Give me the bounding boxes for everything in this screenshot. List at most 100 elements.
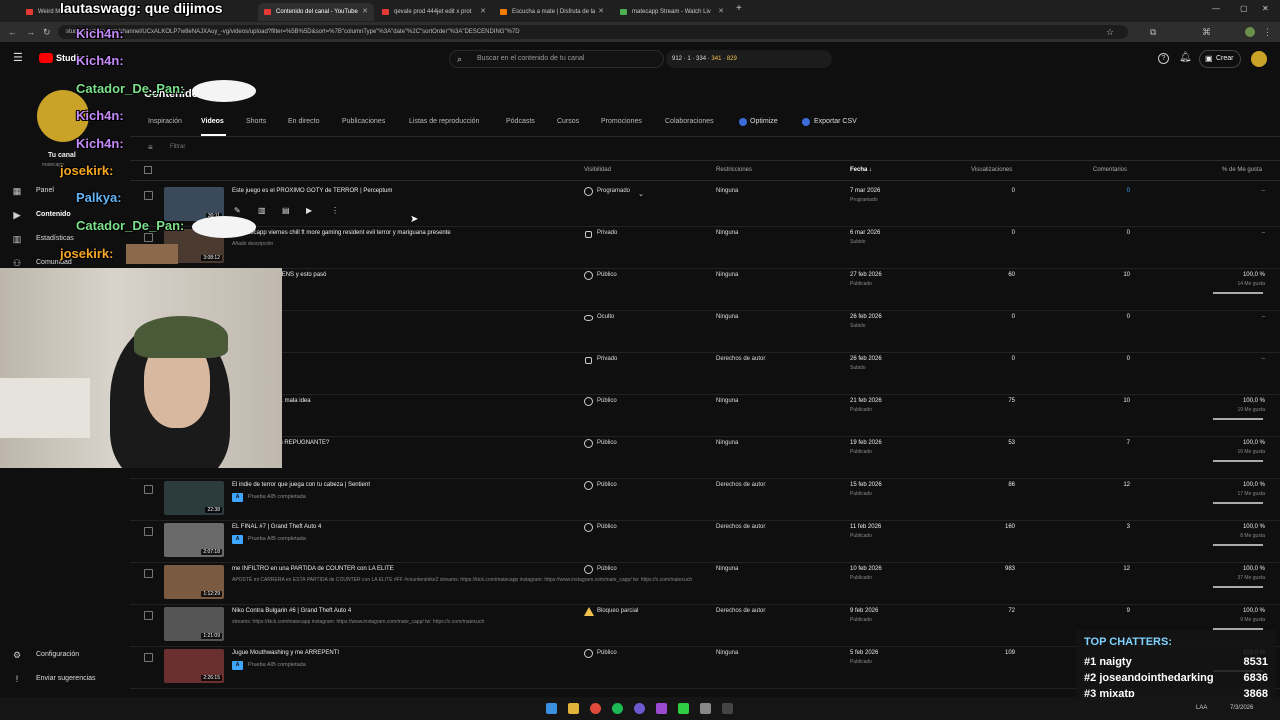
tab-live[interactable]: En directo	[288, 118, 320, 125]
video-thumbnail[interactable]: 1:21:09	[164, 607, 224, 641]
help-icon[interactable]: ?	[1158, 53, 1169, 64]
sidebar-item-analytics[interactable]: ▥ Estadísticas	[12, 232, 74, 246]
visibility-status[interactable]: Programado	[584, 187, 630, 196]
app-icon[interactable]	[700, 703, 711, 714]
chrome-icon[interactable]	[590, 703, 601, 714]
table-row[interactable]: 3:08:12 27 matecapp viernes chill ft more…	[130, 228, 1280, 270]
forward-icon[interactable]: →	[26, 26, 35, 38]
row-checkbox[interactable]	[144, 569, 153, 578]
browser-tab-active[interactable]: Contenido del canal - YouTube ✕	[258, 3, 374, 21]
search-input[interactable]: Buscar en el contenido de tu canal	[449, 50, 664, 68]
profile-avatar-icon[interactable]	[1245, 27, 1255, 37]
channel-avatar[interactable]	[1251, 51, 1267, 67]
video-thumbnail[interactable]: 1:12:29	[164, 565, 224, 599]
discord-icon[interactable]	[634, 703, 645, 714]
visibility-status[interactable]: Público	[584, 397, 617, 406]
video-title[interactable]: El indie de terror que juega con tu cabe…	[232, 482, 370, 488]
table-row[interactable]: 22:38 El indie de terror que juega con tu…	[130, 480, 1280, 522]
table-row[interactable]: secretos sobre ALIENS y esto pasóen curs…	[130, 270, 1280, 312]
visibility-status[interactable]: Privado	[584, 356, 617, 364]
video-thumbnail[interactable]: 22:38	[164, 481, 224, 515]
tab-collaborations[interactable]: Colaboraciones	[665, 118, 714, 125]
kick-icon[interactable]	[678, 703, 689, 714]
sidebar-item-content[interactable]: ▶ Contenido	[12, 208, 71, 222]
export-csv-button[interactable]: Exportar CSV	[814, 118, 857, 125]
visibility-status[interactable]: Público	[584, 565, 617, 574]
row-checkbox[interactable]	[144, 191, 153, 200]
spotify-icon[interactable]	[612, 703, 623, 714]
edit-icon[interactable]: ✎	[234, 206, 241, 215]
hamburger-menu-icon[interactable]: ☰	[13, 53, 23, 64]
file-explorer-icon[interactable]	[568, 703, 579, 714]
new-tab-button[interactable]: +	[736, 3, 742, 14]
close-tab-icon[interactable]: ✕	[480, 3, 486, 21]
notification-bell-icon[interactable]: 🔔︎	[1179, 52, 1192, 63]
video-title[interactable]: me INFILTRO en una PARTIDA de COUNTER co…	[232, 566, 394, 572]
minimize-icon[interactable]: —	[1212, 4, 1220, 13]
analytics-icon[interactable]: ▥	[258, 206, 266, 215]
chevron-down-icon[interactable]: ⌄	[638, 190, 644, 198]
table-row[interactable]: Privado Derechos de autor 26 feb 2026 Subid…	[130, 354, 1280, 396]
row-checkbox[interactable]	[144, 527, 153, 536]
row-checkbox[interactable]	[144, 653, 153, 662]
sidebar-item-settings[interactable]: ⚙ Configuración	[12, 648, 79, 662]
tab-inspiration[interactable]: Inspiración	[148, 118, 182, 125]
extension-icon[interactable]: ⧉	[1150, 26, 1156, 38]
close-tab-icon[interactable]: ✕	[362, 3, 368, 21]
back-icon[interactable]: ←	[8, 26, 17, 38]
table-row[interactable]: 1:12:29 me INFILTRO en una PARTIDA de COU…	[130, 564, 1280, 606]
tab-playlists[interactable]: Listas de reproducción	[409, 118, 479, 125]
visibility-status[interactable]: Público	[584, 439, 617, 448]
video-thumbnail[interactable]: 2:07:18	[164, 523, 224, 557]
tab-shorts[interactable]: Shorts	[246, 118, 266, 125]
filter-input[interactable]: Filtrar	[170, 144, 185, 150]
select-all-checkbox[interactable]	[144, 166, 152, 174]
close-window-icon[interactable]: ✕	[1262, 4, 1269, 13]
extension-icon[interactable]: ⌘	[1202, 26, 1211, 38]
row-checkbox[interactable]	[144, 611, 153, 620]
video-title[interactable]: EL FINAL #7 | Grand Theft Auto 4	[232, 524, 321, 530]
table-row[interactable]: 2:07:18 EL FINAL #7 | Grand Theft Auto 4 A…	[130, 522, 1280, 564]
url-field[interactable]: studio.youtube.com/channel/UCxALKOLP7w8e…	[58, 25, 1128, 39]
video-title[interactable]: Este juego es el PROXIMO GOTY de TERROR …	[232, 188, 392, 194]
tab-videos[interactable]: Videos	[201, 118, 224, 125]
tab-posts[interactable]: Publicaciones	[342, 118, 385, 125]
browser-tab[interactable]: matecapp Stream - Watch Liv ✕	[614, 3, 730, 21]
visibility-status[interactable]: Privado	[584, 230, 617, 238]
tab-promotions[interactable]: Promociones	[601, 118, 642, 125]
visibility-status[interactable]: Oculto	[584, 314, 614, 321]
close-tab-icon[interactable]: ✕	[718, 3, 724, 21]
tab-optimize[interactable]: Optimize	[750, 118, 778, 125]
video-title[interactable]: 27 matecapp viernes chill ft more gaming…	[232, 230, 451, 236]
visibility-status[interactable]: Público	[584, 649, 617, 658]
app-icon[interactable]	[656, 703, 667, 714]
comments-icon[interactable]: ▤	[282, 206, 290, 215]
browser-tab[interactable]: qevale prod 444jet edit x prot ✕	[376, 3, 492, 21]
filter-icon[interactable]: ≡	[148, 143, 153, 152]
channel-stats-pill[interactable]: 912 · 1 · 334 · 341 · 829	[666, 50, 832, 68]
video-title[interactable]: Niko Contra Bulgarin #6 | Grand Theft Au…	[232, 608, 351, 614]
table-row[interactable]: Oculto Ninguna 26 feb 2026 Subido 0 0 –	[130, 312, 1280, 354]
youtube-view-icon[interactable]: ▶	[306, 206, 312, 215]
browser-tab[interactable]: Escucha a mate | Disfruta de la ✕	[494, 3, 610, 21]
close-tab-icon[interactable]: ✕	[598, 3, 604, 21]
browser-menu-icon[interactable]: ⋮	[1263, 26, 1272, 38]
visibility-status[interactable]: Público	[584, 523, 617, 532]
visibility-status[interactable]: Público	[584, 481, 617, 490]
create-button[interactable]: ▣ Crear	[1199, 50, 1241, 68]
bookmark-star-icon[interactable]: ☆	[1106, 26, 1114, 38]
maximize-icon[interactable]: ▢	[1240, 4, 1248, 13]
tab-courses[interactable]: Cursos	[557, 118, 579, 125]
youtube-logo-icon[interactable]	[39, 53, 53, 63]
column-header-date[interactable]: Fecha ↓	[850, 167, 872, 173]
sidebar-item-panel[interactable]: ▦ Panel	[12, 184, 54, 198]
video-title[interactable]: Jugue Mouthwashing y me ARREPENTI	[232, 650, 339, 656]
visibility-status[interactable]: Bloqueo parcial	[584, 607, 638, 616]
table-row[interactable]: juego de horror tan REPUGNANTE?completad…	[130, 438, 1280, 480]
windows-start-icon[interactable]	[546, 703, 557, 714]
video-thumbnail[interactable]: 2:26:15	[164, 649, 224, 683]
table-row[interactable]: empezar TLOU 2... mala ideaen cursoPúbli…	[130, 396, 1280, 438]
visibility-status[interactable]: Público	[584, 271, 617, 280]
row-checkbox[interactable]	[144, 233, 153, 242]
reload-icon[interactable]: ↻	[43, 26, 51, 38]
